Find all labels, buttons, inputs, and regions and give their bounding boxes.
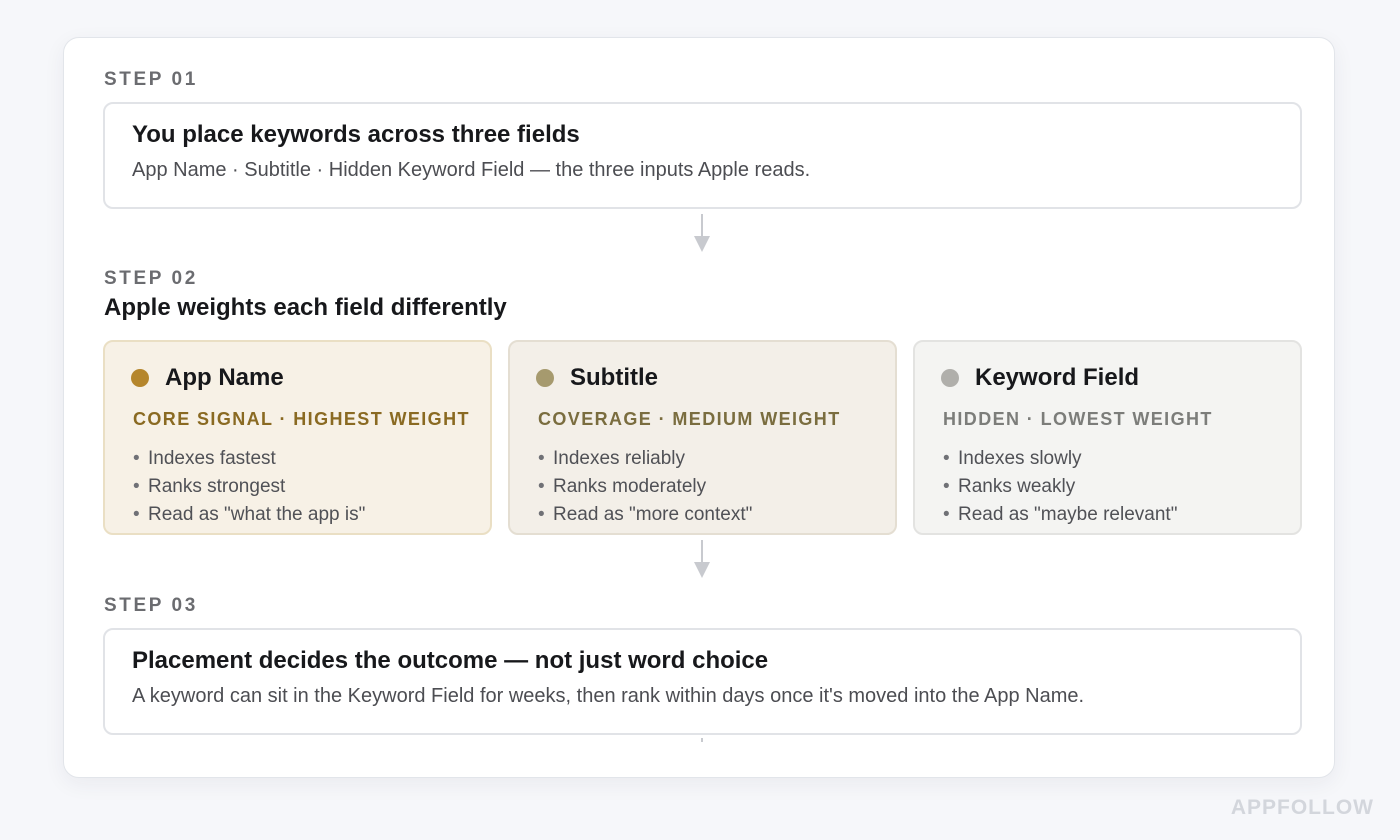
field-card-keyword-field: Keyword Field HIDDEN · LOWEST WEIGHT • In… [913,340,1302,535]
subtitle-dot-icon [536,369,554,387]
field-card-header: Keyword Field [941,364,1300,392]
step-03-title: Placement decides the outcome — not just… [132,647,769,674]
bullet-icon: • [943,476,950,497]
bullet-item: • Read as "what the app is" [133,501,490,529]
bullet-text: Read as "what the app is" [148,504,366,525]
bullet-icon: • [943,504,950,525]
bullet-icon: • [133,504,140,525]
step-02-label: STEP 02 [104,268,198,289]
bullet-item: • Read as "maybe relevant" [943,501,1300,529]
field-card-app-name: App Name CORE SIGNAL · HIGHEST WEIGHT • I… [103,340,492,535]
bullet-item: • Ranks moderately [538,473,895,501]
bullet-text: Read as "more context" [553,504,753,525]
step-01-label: STEP 01 [104,69,198,90]
bullet-item: • Ranks strongest [133,473,490,501]
bullet-icon: • [943,448,950,469]
bullet-item: • Indexes fastest [133,445,490,473]
bullet-icon: • [133,448,140,469]
brand-watermark: APPFOLLOW [1230,796,1374,819]
step-01-title: You place keywords across three fields [132,121,580,148]
step-02-title: Apple weights each field differently [104,294,507,321]
bullet-text: Ranks moderately [553,476,707,497]
field-card-header: App Name [131,364,490,392]
field-card-subtitle: CORE SIGNAL · HIGHEST WEIGHT [133,409,470,429]
field-card-title: App Name [165,364,284,391]
field-card-header: Subtitle [536,364,895,392]
field-card-subtitle: COVERAGE · MEDIUM WEIGHT [538,409,841,429]
bullet-text: Ranks strongest [148,476,286,497]
step-03-description: A keyword can sit in the Keyword Field f… [132,685,1085,707]
flow-card: STEP 01 You place keywords across three … [63,37,1335,778]
field-card-subtitle: HIDDEN · LOWEST WEIGHT [943,409,1213,429]
bullet-text: Read as "maybe relevant" [958,504,1178,525]
arrow-down-icon [694,540,710,578]
step-01-description: App Name · Subtitle · Hidden Keyword Fie… [132,159,811,181]
bullet-text: Indexes fastest [148,448,276,469]
keyword-field-dot-icon [941,369,959,387]
step-01-box: You place keywords across three fields A… [103,102,1302,209]
field-card-title: Keyword Field [975,364,1140,391]
app-name-dot-icon [131,369,149,387]
field-card-title: Subtitle [570,364,658,391]
bullet-text: Ranks weakly [958,476,1076,497]
bullet-icon: • [133,476,140,497]
field-card-bullets: • Indexes reliably • Ranks moderately • Rea… [538,445,895,529]
bullet-item: • Ranks weakly [943,473,1300,501]
bullet-item: • Read as "more context" [538,501,895,529]
bullet-icon: • [538,476,545,497]
bullet-item: • Indexes slowly [943,445,1300,473]
field-card-bullets: • Indexes slowly • Ranks weakly • Read as "… [943,445,1300,529]
step-03-box: Placement decides the outcome — not just… [103,628,1302,735]
connector-tail [701,738,703,742]
bullet-text: Indexes slowly [958,448,1082,469]
field-card-bullets: • Indexes fastest • Ranks strongest • Read … [133,445,490,529]
bullet-icon: • [538,504,545,525]
arrow-down-icon [694,214,710,252]
bullet-icon: • [538,448,545,469]
step-03-label: STEP 03 [104,595,198,616]
bullet-text: Indexes reliably [553,448,686,469]
field-card-subtitle-field: Subtitle COVERAGE · MEDIUM WEIGHT • Index… [508,340,897,535]
bullet-item: • Indexes reliably [538,445,895,473]
